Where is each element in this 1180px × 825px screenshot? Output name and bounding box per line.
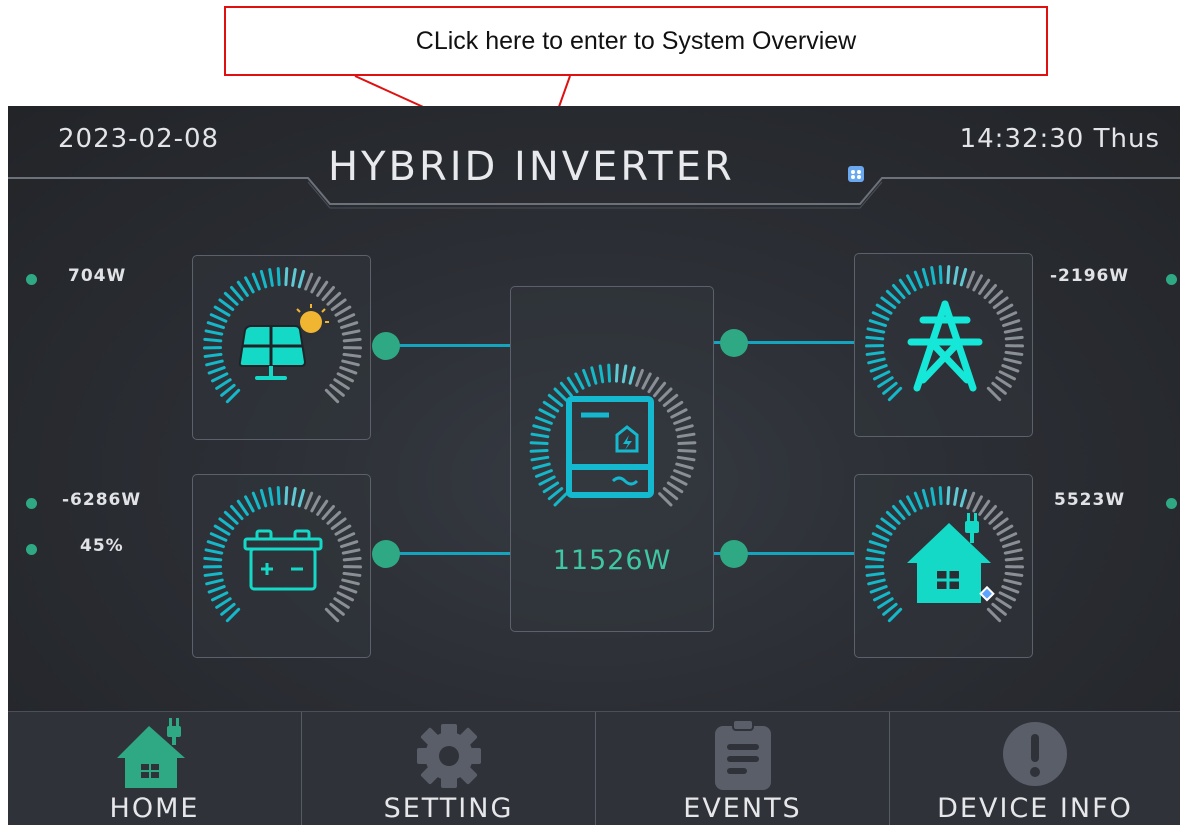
clipboard-icon bbox=[714, 719, 771, 790]
annotation-callout: CLick here to enter to System Overview bbox=[224, 6, 1048, 76]
nav-home-label: HOME bbox=[109, 793, 200, 824]
load-power-value: 5523W bbox=[1054, 490, 1126, 510]
solar-panel-icon bbox=[238, 304, 329, 380]
pv-status-dot bbox=[26, 274, 37, 285]
pv-power-value: 704W bbox=[68, 266, 127, 286]
inverter-card[interactable]: 11526W bbox=[510, 286, 714, 632]
battery-connector-node bbox=[372, 540, 400, 568]
pv-connector-node bbox=[372, 332, 400, 360]
inverter-screen: 2023-02-08 14:32:30 Thus HYBRID INVERTER… bbox=[8, 106, 1180, 825]
lock-icon bbox=[848, 166, 864, 182]
load-status-dot bbox=[1166, 498, 1177, 509]
home-icon bbox=[116, 718, 185, 788]
grid-status-dot bbox=[1166, 274, 1177, 285]
alert-circle-icon bbox=[1003, 722, 1067, 786]
battery-status-dot bbox=[26, 498, 37, 509]
nav-device-info[interactable]: DEVICE INFO bbox=[890, 712, 1180, 825]
battery-power-value: -6286W bbox=[62, 490, 142, 510]
bottom-nav: HOME SETTING EVENTS DEVICE INFO bbox=[8, 711, 1180, 825]
nav-events[interactable]: EVENTS bbox=[596, 712, 890, 825]
battery-soc-value: 45% bbox=[80, 536, 124, 556]
pv-panel-card[interactable] bbox=[192, 255, 371, 440]
battery-soc-dot bbox=[26, 544, 37, 555]
nav-home[interactable]: HOME bbox=[8, 712, 302, 825]
grid-power-value: -2196W bbox=[1050, 266, 1130, 286]
nav-setting-label: SETTING bbox=[383, 793, 514, 824]
nav-setting[interactable]: SETTING bbox=[302, 712, 596, 825]
nav-events-label: EVENTS bbox=[683, 793, 802, 824]
header-time: 14:32:30 Thus bbox=[959, 124, 1160, 154]
battery-card[interactable] bbox=[192, 474, 371, 658]
grid-card[interactable] bbox=[854, 253, 1033, 437]
battery-icon bbox=[243, 529, 323, 591]
inverter-icon bbox=[566, 396, 654, 498]
grid-connector-node bbox=[720, 329, 748, 357]
pv-flow-line bbox=[384, 344, 510, 347]
power-tower-icon bbox=[907, 300, 983, 392]
page-title[interactable]: HYBRID INVERTER bbox=[326, 144, 878, 190]
nav-device-info-label: DEVICE INFO bbox=[937, 793, 1133, 824]
annotation-text: CLick here to enter to System Overview bbox=[415, 26, 857, 55]
inverter-power-value: 11526W bbox=[552, 545, 672, 576]
battery-flow-line bbox=[384, 552, 510, 555]
gear-icon bbox=[416, 724, 481, 788]
home-load-card[interactable] bbox=[854, 474, 1033, 658]
home-load-icon bbox=[907, 513, 995, 603]
header-date: 2023-02-08 bbox=[58, 124, 220, 154]
load-connector-node bbox=[720, 540, 748, 568]
